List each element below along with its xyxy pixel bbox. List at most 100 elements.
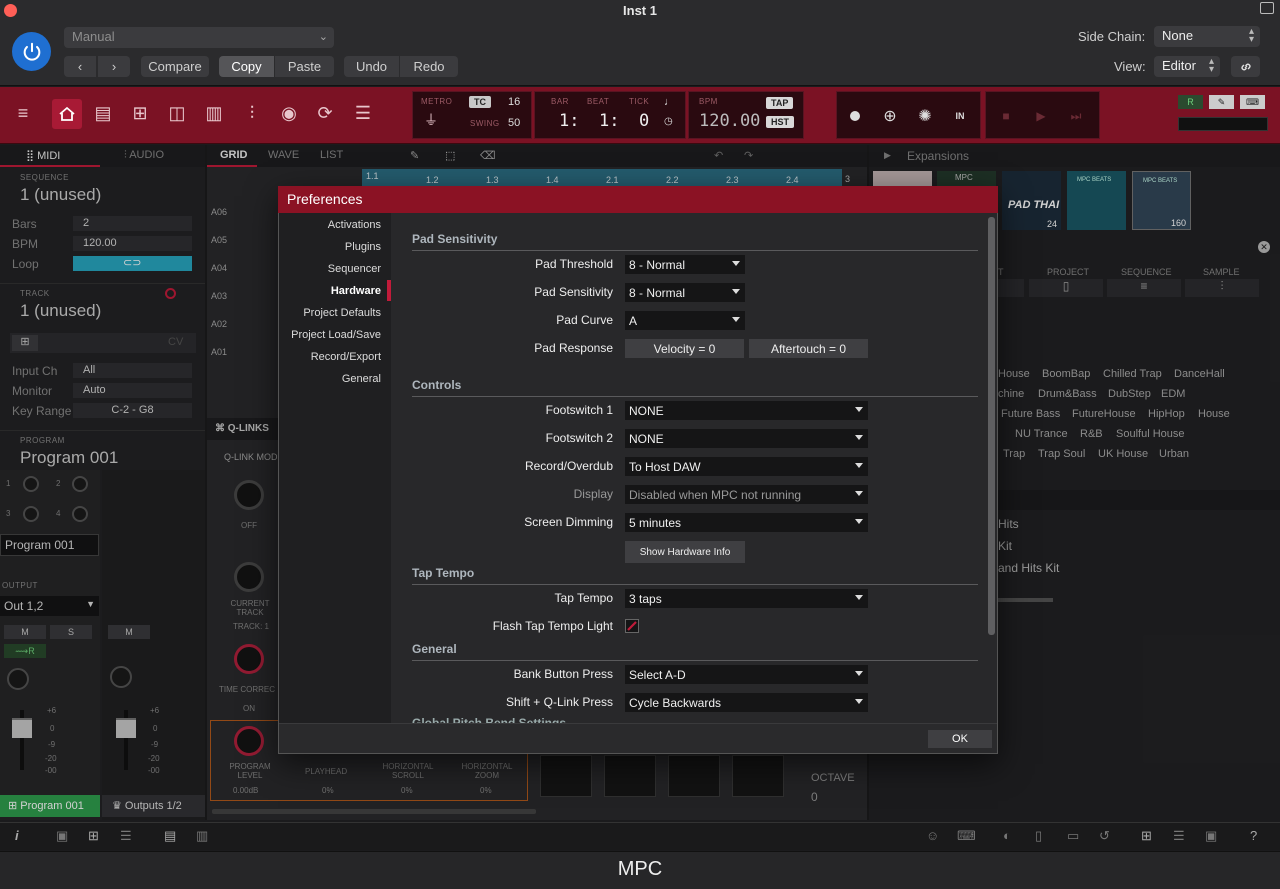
- power-button[interactable]: [12, 32, 51, 71]
- pad-sensitivity-label: Pad Sensitivity: [534, 285, 613, 299]
- footer-title: MPC: [617, 858, 663, 880]
- nav-hardware[interactable]: Hardware: [279, 285, 391, 297]
- screen-dimming-label: Screen Dimming: [524, 515, 613, 529]
- view-list-icon[interactable]: ☰: [120, 828, 132, 844]
- pad-grid-icon[interactable]: ⊞: [127, 100, 153, 126]
- tool-toggle-icon[interactable]: ✎: [1209, 95, 1234, 109]
- bank-button-press-label: Bank Button Press: [513, 667, 613, 681]
- screen-dimming-select[interactable]: 5 minutes: [625, 513, 868, 532]
- grid-layout-icon[interactable]: ⊞: [1141, 828, 1152, 844]
- tap-tempo-select[interactable]: 3 taps: [625, 589, 868, 608]
- aftertouch-button[interactable]: Aftertouch = 0: [749, 339, 868, 358]
- hst-button[interactable]: HST: [766, 116, 794, 128]
- view-single-icon[interactable]: ▣: [56, 828, 68, 844]
- view-rows-icon[interactable]: ▤: [164, 828, 176, 844]
- play-button[interactable]: ▶: [1029, 103, 1053, 129]
- share-icon[interactable]: [1260, 2, 1274, 14]
- loop-icon[interactable]: ⟳: [312, 100, 338, 126]
- display-select[interactable]: Disabled when MPC not running: [625, 485, 868, 504]
- tc-button[interactable]: TC: [469, 96, 491, 108]
- nav-record-export[interactable]: Record/Export: [279, 351, 391, 363]
- copy-button[interactable]: Copy: [219, 56, 274, 77]
- side-chain-select[interactable]: None ▴ ▾: [1154, 26, 1260, 47]
- home-button[interactable]: [52, 99, 82, 129]
- ok-button[interactable]: OK: [928, 730, 992, 748]
- input-icon: IN: [955, 111, 965, 121]
- undo-button[interactable]: Undo: [344, 56, 399, 77]
- panel-layout-icon[interactable]: ▣: [1205, 828, 1217, 844]
- swing-value[interactable]: 50: [508, 117, 520, 129]
- footswitch2-select[interactable]: NONE: [625, 429, 868, 448]
- tick-value[interactable]: 0: [639, 111, 649, 131]
- history-icon[interactable]: ↺: [1099, 828, 1110, 844]
- timer-icon[interactable]: ◷: [664, 116, 673, 127]
- paste-button[interactable]: Paste: [275, 56, 334, 77]
- auto-button[interactable]: ✺: [913, 103, 937, 129]
- file-icon[interactable]: ▯: [1035, 828, 1042, 844]
- bank-button-press-select[interactable]: Select A-D: [625, 665, 868, 684]
- preferences-footer: [279, 723, 997, 753]
- nav-plugins[interactable]: Plugins: [279, 241, 391, 253]
- face-icon[interactable]: ☺: [926, 828, 939, 843]
- input-button[interactable]: IN: [948, 103, 972, 129]
- link-button[interactable]: [1231, 56, 1260, 77]
- preferences-scrollbar[interactable]: [988, 217, 995, 635]
- keyboard-icon[interactable]: ⌨: [957, 828, 976, 844]
- prev-preset-button[interactable]: ‹: [64, 56, 96, 77]
- shift-qlink-press-label: Shift + Q-Link Press: [505, 695, 613, 709]
- sample-edit-icon[interactable]: ◫: [164, 100, 190, 126]
- nav-general[interactable]: General: [279, 373, 391, 385]
- record-button[interactable]: [843, 103, 867, 129]
- metronome-icon[interactable]: ⏚: [420, 109, 442, 131]
- nav-activations[interactable]: Activations: [279, 219, 391, 231]
- view-columns-icon[interactable]: ▥: [196, 828, 208, 844]
- redo-button[interactable]: Redo: [400, 56, 458, 77]
- pad-sensitivity-select[interactable]: 8 - Normal: [625, 283, 745, 302]
- info-icon[interactable]: i: [15, 828, 19, 843]
- play-start-button[interactable]: ⏭: [1064, 103, 1088, 129]
- pad-threshold-select[interactable]: 8 - Normal: [625, 255, 745, 274]
- dropdown-arrow-icon: [855, 595, 863, 600]
- nav-project-load-save[interactable]: Project Load/Save: [279, 329, 391, 341]
- mixer-bars-icon[interactable]: ▥: [201, 100, 227, 126]
- channel-mixer-icon[interactable]: ⫶: [239, 100, 265, 126]
- view-select[interactable]: Editor ▴ ▾: [1154, 56, 1220, 77]
- keyboard-toggle-icon[interactable]: ⌨: [1240, 95, 1265, 109]
- velocity-button[interactable]: Velocity = 0: [625, 339, 744, 358]
- stop-button[interactable]: ■: [994, 103, 1018, 129]
- record-disc-icon[interactable]: ◉: [276, 100, 302, 126]
- shift-qlink-press-select[interactable]: Cycle Backwards: [625, 693, 868, 712]
- overdub-button[interactable]: ⊕: [878, 103, 902, 129]
- chevron-down-icon: ⌄: [318, 31, 328, 43]
- view-grid-icon[interactable]: ⊞: [88, 828, 99, 844]
- footswitch1-select[interactable]: NONE: [625, 401, 868, 420]
- list-layout-icon[interactable]: ☰: [1173, 828, 1185, 844]
- document-icon[interactable]: ▭: [1067, 828, 1079, 844]
- beat-value[interactable]: 1:: [599, 111, 619, 131]
- pad-curve-select[interactable]: A: [625, 311, 745, 330]
- menu-icon[interactable]: ≡: [10, 100, 36, 126]
- dropdown-arrow-icon: [732, 289, 740, 294]
- bar-value[interactable]: 1:: [559, 111, 579, 131]
- flash-tap-tempo-checkbox[interactable]: [625, 619, 639, 633]
- dropdown-arrow-icon: [855, 491, 863, 496]
- next-preset-button[interactable]: ›: [98, 56, 130, 77]
- section-general: General: [412, 642, 457, 656]
- footswitch1-value: NONE: [629, 404, 664, 418]
- tap-button[interactable]: TAP: [766, 97, 794, 109]
- track-view-icon[interactable]: ▤: [90, 100, 116, 126]
- bpm-value[interactable]: 120.00: [699, 111, 760, 131]
- help-icon[interactable]: ?: [1250, 828, 1257, 843]
- note-icon[interactable]: ♩: [664, 96, 675, 108]
- compare-button[interactable]: Compare: [141, 56, 209, 77]
- nav-sequencer[interactable]: Sequencer: [279, 263, 391, 275]
- automation-read-button[interactable]: R: [1178, 95, 1203, 109]
- section-pad-sensitivity: Pad Sensitivity: [412, 232, 498, 246]
- preset-select[interactable]: Manual ⌄: [64, 27, 334, 48]
- record-overdub-select[interactable]: To Host DAW: [625, 457, 868, 476]
- tc-value[interactable]: 16: [508, 96, 520, 108]
- drum-icon[interactable]: ◐: [1003, 828, 1011, 843]
- nav-project-defaults[interactable]: Project Defaults: [279, 307, 391, 319]
- show-hardware-info-button[interactable]: Show Hardware Info: [625, 541, 745, 563]
- browser-icon[interactable]: ☰: [350, 100, 376, 126]
